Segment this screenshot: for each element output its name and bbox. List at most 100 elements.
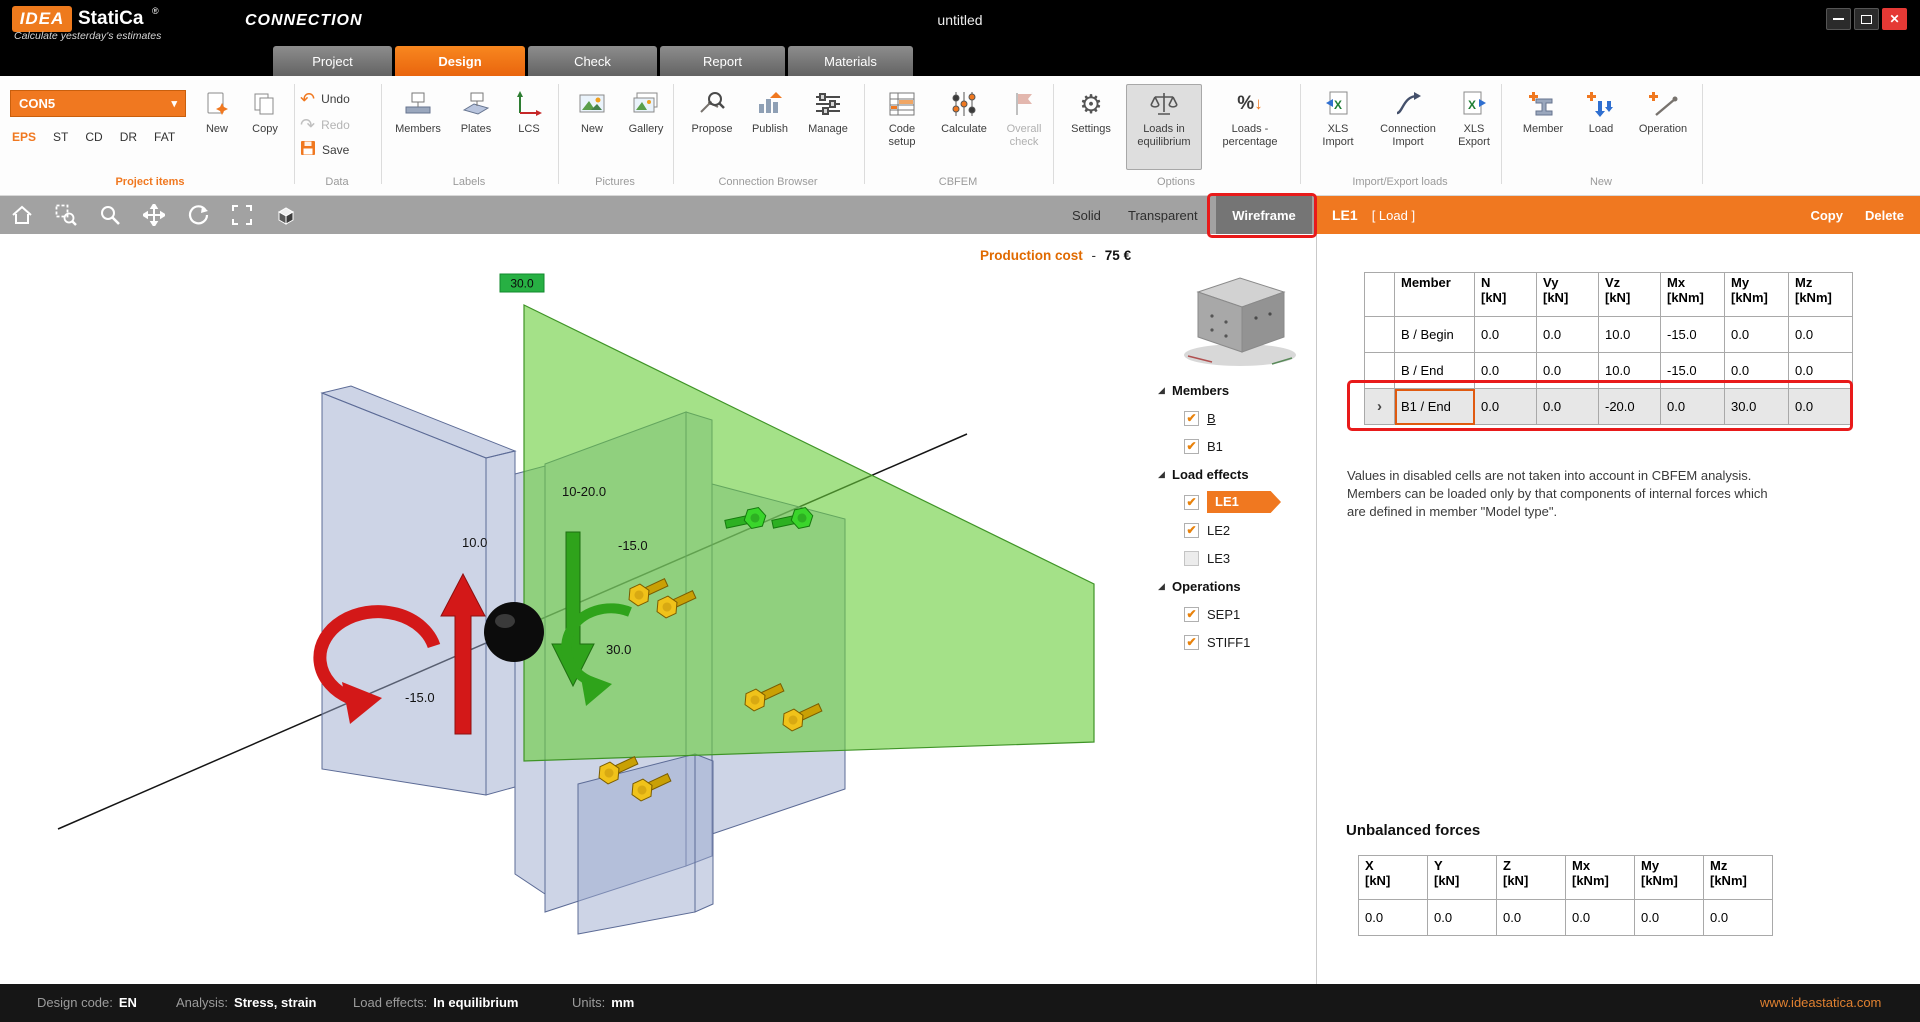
browser-propose-button[interactable]: Propose <box>684 84 740 170</box>
mode-dr[interactable]: DR <box>120 130 137 144</box>
cell-vy[interactable]: 0.0 <box>1537 353 1599 389</box>
home-view-icon[interactable] <box>0 196 44 234</box>
settings-button[interactable]: ⚙ Settings <box>1062 84 1120 170</box>
xls-export-button[interactable]: X XLS Export <box>1450 84 1498 170</box>
pictures-gallery-button[interactable]: Gallery <box>620 84 672 170</box>
cell-n[interactable]: 0.0 <box>1475 353 1537 389</box>
row-selector-cell[interactable]: › <box>1365 389 1395 425</box>
labels-plates-button[interactable]: Plates <box>452 84 500 170</box>
tree-item-member-b[interactable]: ✔ B <box>1158 404 1314 432</box>
loads-in-equilibrium-button[interactable]: Loads in equilibrium <box>1126 84 1202 170</box>
rotate-view-icon[interactable] <box>176 196 220 234</box>
tree-item-sep1[interactable]: ✔ SEP1 <box>1158 600 1314 628</box>
loads-percentage-button[interactable]: %↓ Loads - percentage <box>1208 84 1292 170</box>
row-selector-cell[interactable] <box>1365 317 1395 353</box>
project-item-selector[interactable]: CON5 ▾ <box>10 90 186 117</box>
redo-label: Redo <box>321 118 350 132</box>
zoom-window-icon[interactable] <box>44 196 88 234</box>
pictures-new-button[interactable]: New <box>568 84 616 170</box>
tree-section-members[interactable]: ◢ Members <box>1158 376 1314 404</box>
undo-button[interactable]: ↶ Undo <box>300 88 350 110</box>
cell-mx[interactable]: -15.0 <box>1661 353 1725 389</box>
zoom-fit-icon[interactable] <box>220 196 264 234</box>
tab-materials[interactable]: Materials <box>788 46 913 76</box>
undo-icon: ↶ <box>300 88 315 110</box>
ribbon: CON5 ▾ EPS ST CD DR FAT New Copy Project… <box>0 76 1920 196</box>
cell-mz[interactable]: 0.0 <box>1789 317 1853 353</box>
calculate-button[interactable]: Calculate <box>934 84 994 170</box>
cell-vz[interactable]: 10.0 <box>1599 317 1661 353</box>
tree-item-stiff1[interactable]: ✔ STIFF1 <box>1158 628 1314 656</box>
save-button[interactable]: Save <box>300 140 349 159</box>
mode-fat[interactable]: FAT <box>154 130 175 144</box>
new-load-button[interactable]: Load <box>1576 84 1626 170</box>
pan-icon[interactable] <box>132 196 176 234</box>
tree-item-member-b1[interactable]: ✔ B1 <box>1158 432 1314 460</box>
cell-my[interactable]: 0.0 <box>1725 353 1789 389</box>
checkbox-stiff1[interactable]: ✔ <box>1184 635 1199 650</box>
tab-design[interactable]: Design <box>395 46 525 76</box>
3d-scene[interactable]: 30.0 10.0 10-20.0 -15.0 30.0 -15.0 <box>0 234 1316 984</box>
new-operation-button[interactable]: Operation <box>1630 84 1696 170</box>
tree-item-le2[interactable]: ✔ LE2 <box>1158 516 1314 544</box>
maximize-button[interactable] <box>1854 8 1879 30</box>
cell-member-current[interactable]: B1 / End <box>1395 389 1475 425</box>
cell-mx[interactable]: 0.0 <box>1661 389 1725 425</box>
3d-viewport[interactable]: 30.0 10.0 10-20.0 -15.0 30.0 -15.0 Produ… <box>0 234 1316 984</box>
render-box-icon[interactable] <box>264 196 308 234</box>
load-copy-button[interactable]: Copy <box>1810 208 1843 223</box>
cell-my[interactable]: 30.0 <box>1725 389 1789 425</box>
xls-import-button[interactable]: X XLS Import <box>1310 84 1366 170</box>
tree-section-operations[interactable]: ◢ Operations <box>1158 572 1314 600</box>
cell-vy[interactable]: 0.0 <box>1537 389 1599 425</box>
overall-check-button[interactable]: Overall check <box>998 84 1050 170</box>
browser-manage-button[interactable]: Manage <box>800 84 856 170</box>
cell-vz[interactable]: 10.0 <box>1599 353 1661 389</box>
row-selector-cell[interactable] <box>1365 353 1395 389</box>
checkbox-member-b[interactable]: ✔ <box>1184 411 1199 426</box>
cell-mx[interactable]: -15.0 <box>1661 317 1725 353</box>
checkbox-member-b1[interactable]: ✔ <box>1184 439 1199 454</box>
zoom-icon[interactable] <box>88 196 132 234</box>
cell-my[interactable]: 0.0 <box>1725 317 1789 353</box>
cell-mz[interactable]: 0.0 <box>1789 389 1853 425</box>
mode-st[interactable]: ST <box>53 130 68 144</box>
project-copy-button[interactable]: Copy <box>242 84 288 170</box>
connection-import-button[interactable]: Connection Import <box>1370 84 1446 170</box>
checkbox-le3[interactable] <box>1184 551 1199 566</box>
view-mode-solid[interactable]: Solid <box>1062 196 1111 234</box>
undo-label: Undo <box>321 92 350 106</box>
mode-eps[interactable]: EPS <box>12 130 36 144</box>
tab-check[interactable]: Check <box>528 46 657 76</box>
cell-n[interactable]: 0.0 <box>1475 317 1537 353</box>
tab-project[interactable]: Project <box>273 46 392 76</box>
checkbox-le2[interactable]: ✔ <box>1184 523 1199 538</box>
close-button[interactable]: ✕ <box>1882 8 1907 30</box>
labels-lcs-button[interactable]: LCS <box>506 84 552 170</box>
redo-button[interactable]: ↷ Redo <box>300 114 350 136</box>
code-setup-button[interactable]: Code setup <box>874 84 930 170</box>
cell-vy[interactable]: 0.0 <box>1537 317 1599 353</box>
tree-section-load-effects[interactable]: ◢ Load effects <box>1158 460 1314 488</box>
view-mode-wireframe[interactable]: Wireframe <box>1216 196 1312 234</box>
checkbox-le1[interactable]: ✔ <box>1184 495 1199 510</box>
view-mode-transparent[interactable]: Transparent <box>1118 196 1208 234</box>
project-new-button[interactable]: New <box>194 84 240 170</box>
cell-vz[interactable]: -20.0 <box>1599 389 1661 425</box>
mode-cd[interactable]: CD <box>85 130 102 144</box>
tree-item-le1[interactable]: ✔ LE1 <box>1158 488 1314 516</box>
cell-mz[interactable]: 0.0 <box>1789 353 1853 389</box>
minimize-button[interactable] <box>1826 8 1851 30</box>
checkbox-sep1[interactable]: ✔ <box>1184 607 1199 622</box>
tab-report[interactable]: Report <box>660 46 785 76</box>
cell-n[interactable]: 0.0 <box>1475 389 1537 425</box>
labels-members-button[interactable]: Members <box>390 84 446 170</box>
new-member-button[interactable]: Member <box>1514 84 1572 170</box>
browser-publish-button[interactable]: Publish <box>744 84 796 170</box>
website-link[interactable]: www.ideastatica.com <box>1760 995 1881 1010</box>
navigation-cube[interactable] <box>1184 278 1296 366</box>
tree-item-le3[interactable]: LE3 <box>1158 544 1314 572</box>
cell-member[interactable]: B / End <box>1395 353 1475 389</box>
cell-member[interactable]: B / Begin <box>1395 317 1475 353</box>
load-delete-button[interactable]: Delete <box>1865 208 1904 223</box>
